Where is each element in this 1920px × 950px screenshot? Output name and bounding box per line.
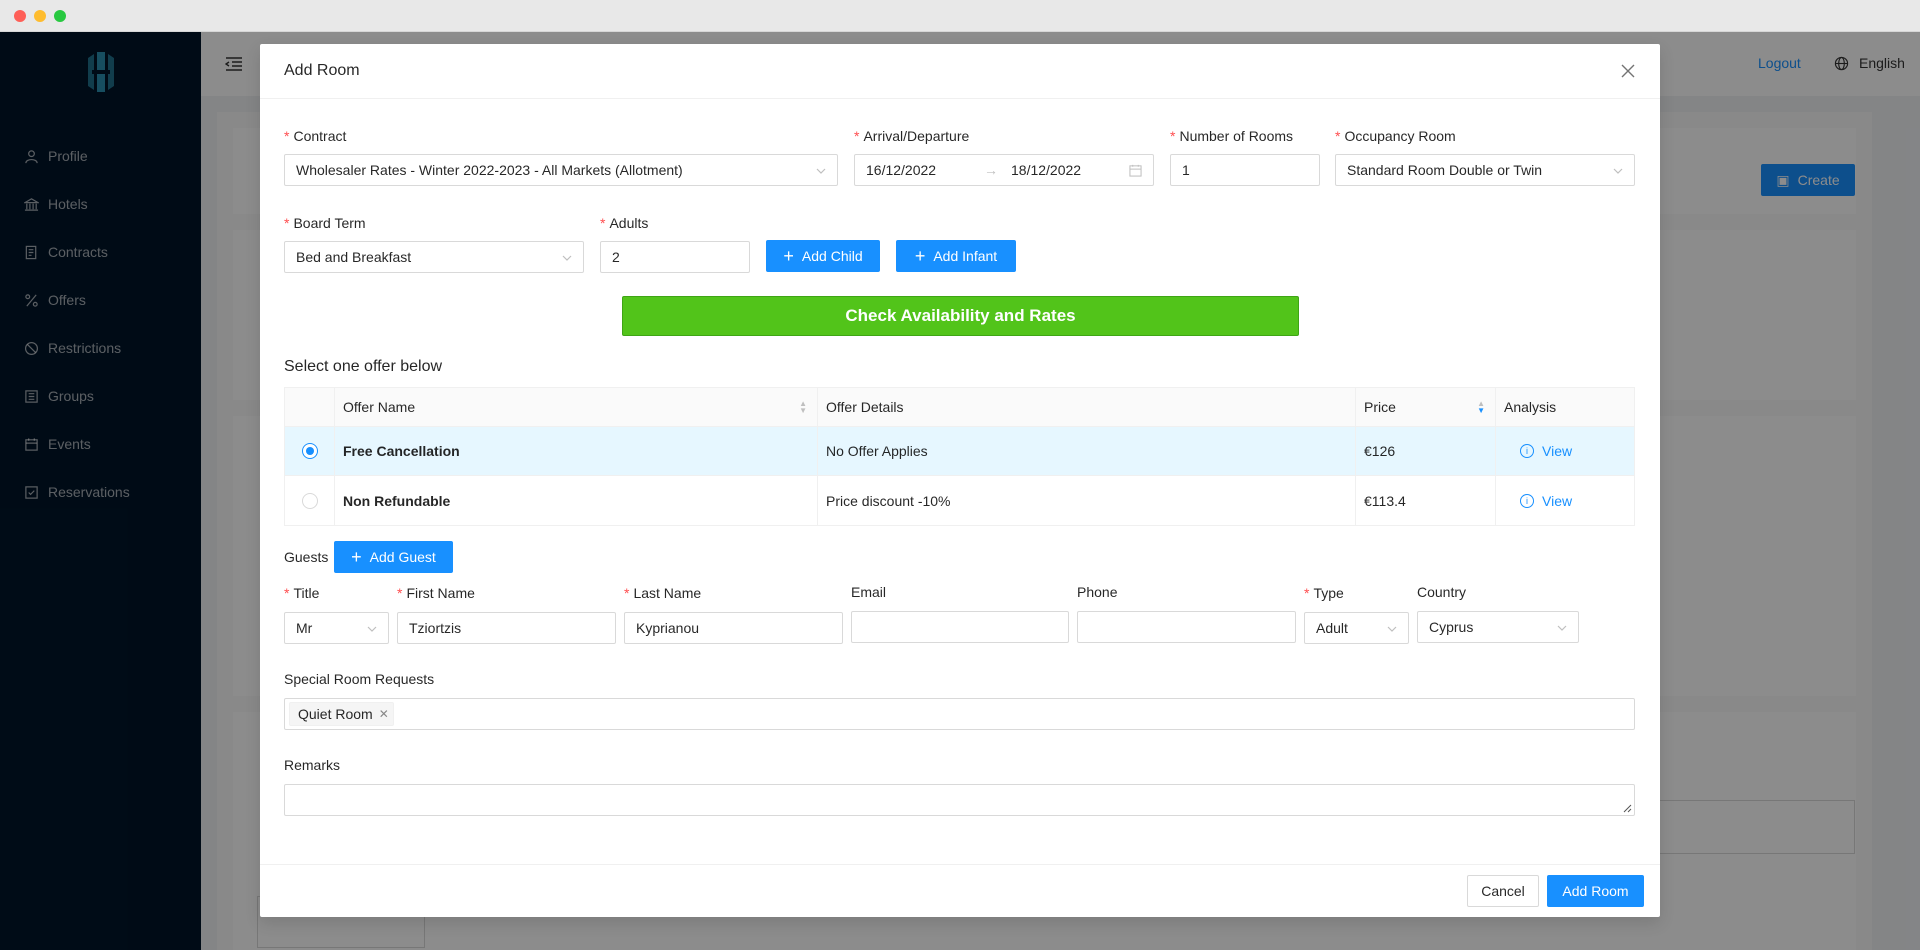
- cancel-button[interactable]: Cancel: [1467, 875, 1539, 907]
- add-infant-button[interactable]: + Add Infant: [896, 240, 1016, 272]
- calendar-icon: [1129, 164, 1142, 177]
- analysis-cell: i View: [1496, 476, 1634, 525]
- phone-input[interactable]: [1077, 611, 1296, 643]
- plus-icon: +: [783, 246, 794, 266]
- type-label: * Type: [1304, 585, 1344, 601]
- country-label: Country: [1417, 584, 1467, 600]
- analysis-header: Analysis: [1504, 399, 1557, 415]
- price-cell: €126: [1356, 427, 1496, 475]
- selection-header: [285, 388, 335, 426]
- arrival-date[interactable]: 16/12/2022: [866, 162, 984, 178]
- view-link[interactable]: i View: [1520, 443, 1572, 459]
- modal-header: Add Room: [260, 44, 1660, 99]
- minimize-window-button[interactable]: [34, 10, 46, 22]
- table-row[interactable]: Non Refundable Price discount -10% €113.…: [285, 476, 1634, 525]
- guests-label: Guests: [284, 549, 329, 565]
- tag-quiet-room: Quiet Room ✕: [289, 702, 394, 726]
- info-circle-icon: i: [1520, 493, 1534, 508]
- last-name-input[interactable]: Kyprianou: [624, 612, 843, 644]
- special-requests-label: Special Room Requests: [284, 671, 435, 687]
- offer-name-cell: Free Cancellation: [335, 427, 818, 475]
- offers-table: Offer Name ▲ ▼ Offer Details Price ▲ ▼ Ana…: [284, 387, 1635, 526]
- add-guest-button[interactable]: + Add Guest: [334, 541, 453, 573]
- maximize-window-button[interactable]: [54, 10, 66, 22]
- remarks-label: Remarks: [284, 757, 341, 773]
- price-cell: €113.4: [1356, 476, 1496, 525]
- offer-radio[interactable]: [301, 492, 318, 509]
- contract-select[interactable]: Wholesaler Rates - Winter 2022-2023 - Al…: [284, 154, 838, 186]
- selection-cell[interactable]: [285, 476, 335, 525]
- first-name-input[interactable]: Tziortzis: [397, 612, 616, 644]
- departure-date[interactable]: 18/12/2022: [1011, 162, 1081, 178]
- add-child-button[interactable]: + Add Child: [766, 240, 880, 272]
- offer-details-cell: Price discount -10%: [818, 476, 1356, 525]
- selection-cell[interactable]: [285, 427, 335, 475]
- view-link[interactable]: i View: [1520, 493, 1572, 509]
- board-term-select[interactable]: Bed and Breakfast: [284, 241, 584, 273]
- close-icon[interactable]: [1620, 63, 1636, 79]
- info-circle-icon: i: [1520, 444, 1534, 458]
- plus-icon: +: [914, 246, 926, 266]
- chevron-down-icon: [1557, 625, 1567, 631]
- add-room-modal: Add Room * Contract * Arrival/Departure * N…: [260, 44, 1660, 917]
- chevron-down-icon: [816, 168, 826, 174]
- phone-label: Phone: [1077, 584, 1118, 600]
- contract-label: * Contract: [284, 128, 347, 144]
- window-titlebar: [0, 0, 1920, 32]
- offer-name-header[interactable]: Offer Name ▲ ▼: [335, 388, 818, 426]
- email-input[interactable]: [851, 611, 1069, 643]
- chevron-down-icon: [562, 255, 572, 261]
- last-name-label: * Last Name: [624, 585, 702, 601]
- date-range-picker[interactable]: 16/12/2022 → 18/12/2022: [854, 154, 1154, 186]
- adults-input[interactable]: 2: [600, 241, 750, 273]
- occupancy-select[interactable]: Standard Room Double or Twin: [1335, 154, 1635, 186]
- remove-tag-icon[interactable]: ✕: [379, 707, 389, 721]
- table-header-row: Offer Name ▲ ▼ Offer Details Price ▲ ▼ Ana…: [285, 388, 1634, 427]
- close-window-button[interactable]: [14, 10, 26, 22]
- offer-radio[interactable]: [301, 443, 318, 459]
- dates-label: * Arrival/Departure: [854, 128, 970, 144]
- offers-heading: Select one offer below: [284, 358, 443, 375]
- chevron-down-icon: [1387, 626, 1397, 632]
- adults-label: * Adults: [600, 215, 649, 231]
- sort-icon[interactable]: ▲ ▼: [799, 400, 807, 415]
- price-header[interactable]: Price ▲ ▼: [1356, 388, 1496, 426]
- title-label: * Title: [284, 585, 320, 601]
- modal-title: Add Room: [284, 62, 360, 79]
- rooms-input[interactable]: 1: [1170, 154, 1320, 186]
- remarks-textarea[interactable]: [284, 784, 1635, 816]
- chevron-down-icon: [1613, 168, 1623, 174]
- offer-name-cell: Non Refundable: [335, 476, 818, 525]
- first-name-label: * First Name: [397, 585, 475, 601]
- title-select[interactable]: Mr: [284, 612, 389, 644]
- check-availability-button[interactable]: Check Availability and Rates: [622, 296, 1299, 336]
- table-row[interactable]: Free Cancellation No Offer Applies €126 …: [285, 427, 1634, 476]
- country-select[interactable]: Cyprus: [1417, 611, 1579, 643]
- occupancy-label: * Occupancy Room: [1335, 128, 1456, 144]
- modal-footer: Cancel Add Room: [260, 864, 1660, 917]
- special-requests-select[interactable]: Quiet Room ✕: [284, 698, 1635, 730]
- add-room-button[interactable]: Add Room: [1547, 875, 1644, 907]
- rooms-label: * Number of Rooms: [1170, 128, 1294, 144]
- offer-details-cell: No Offer Applies: [818, 427, 1356, 475]
- offer-details-header: Offer Details: [818, 388, 1356, 426]
- plus-icon: +: [351, 547, 362, 567]
- sort-icon[interactable]: ▲ ▼: [1477, 400, 1485, 415]
- chevron-down-icon: [367, 626, 377, 632]
- email-label: Email: [851, 584, 887, 600]
- swap-right-icon: →: [984, 162, 998, 178]
- board-label: * Board Term: [284, 215, 366, 231]
- analysis-cell: i View: [1496, 427, 1634, 475]
- resize-handle-icon[interactable]: [1622, 803, 1632, 813]
- type-select[interactable]: Adult: [1304, 612, 1409, 644]
